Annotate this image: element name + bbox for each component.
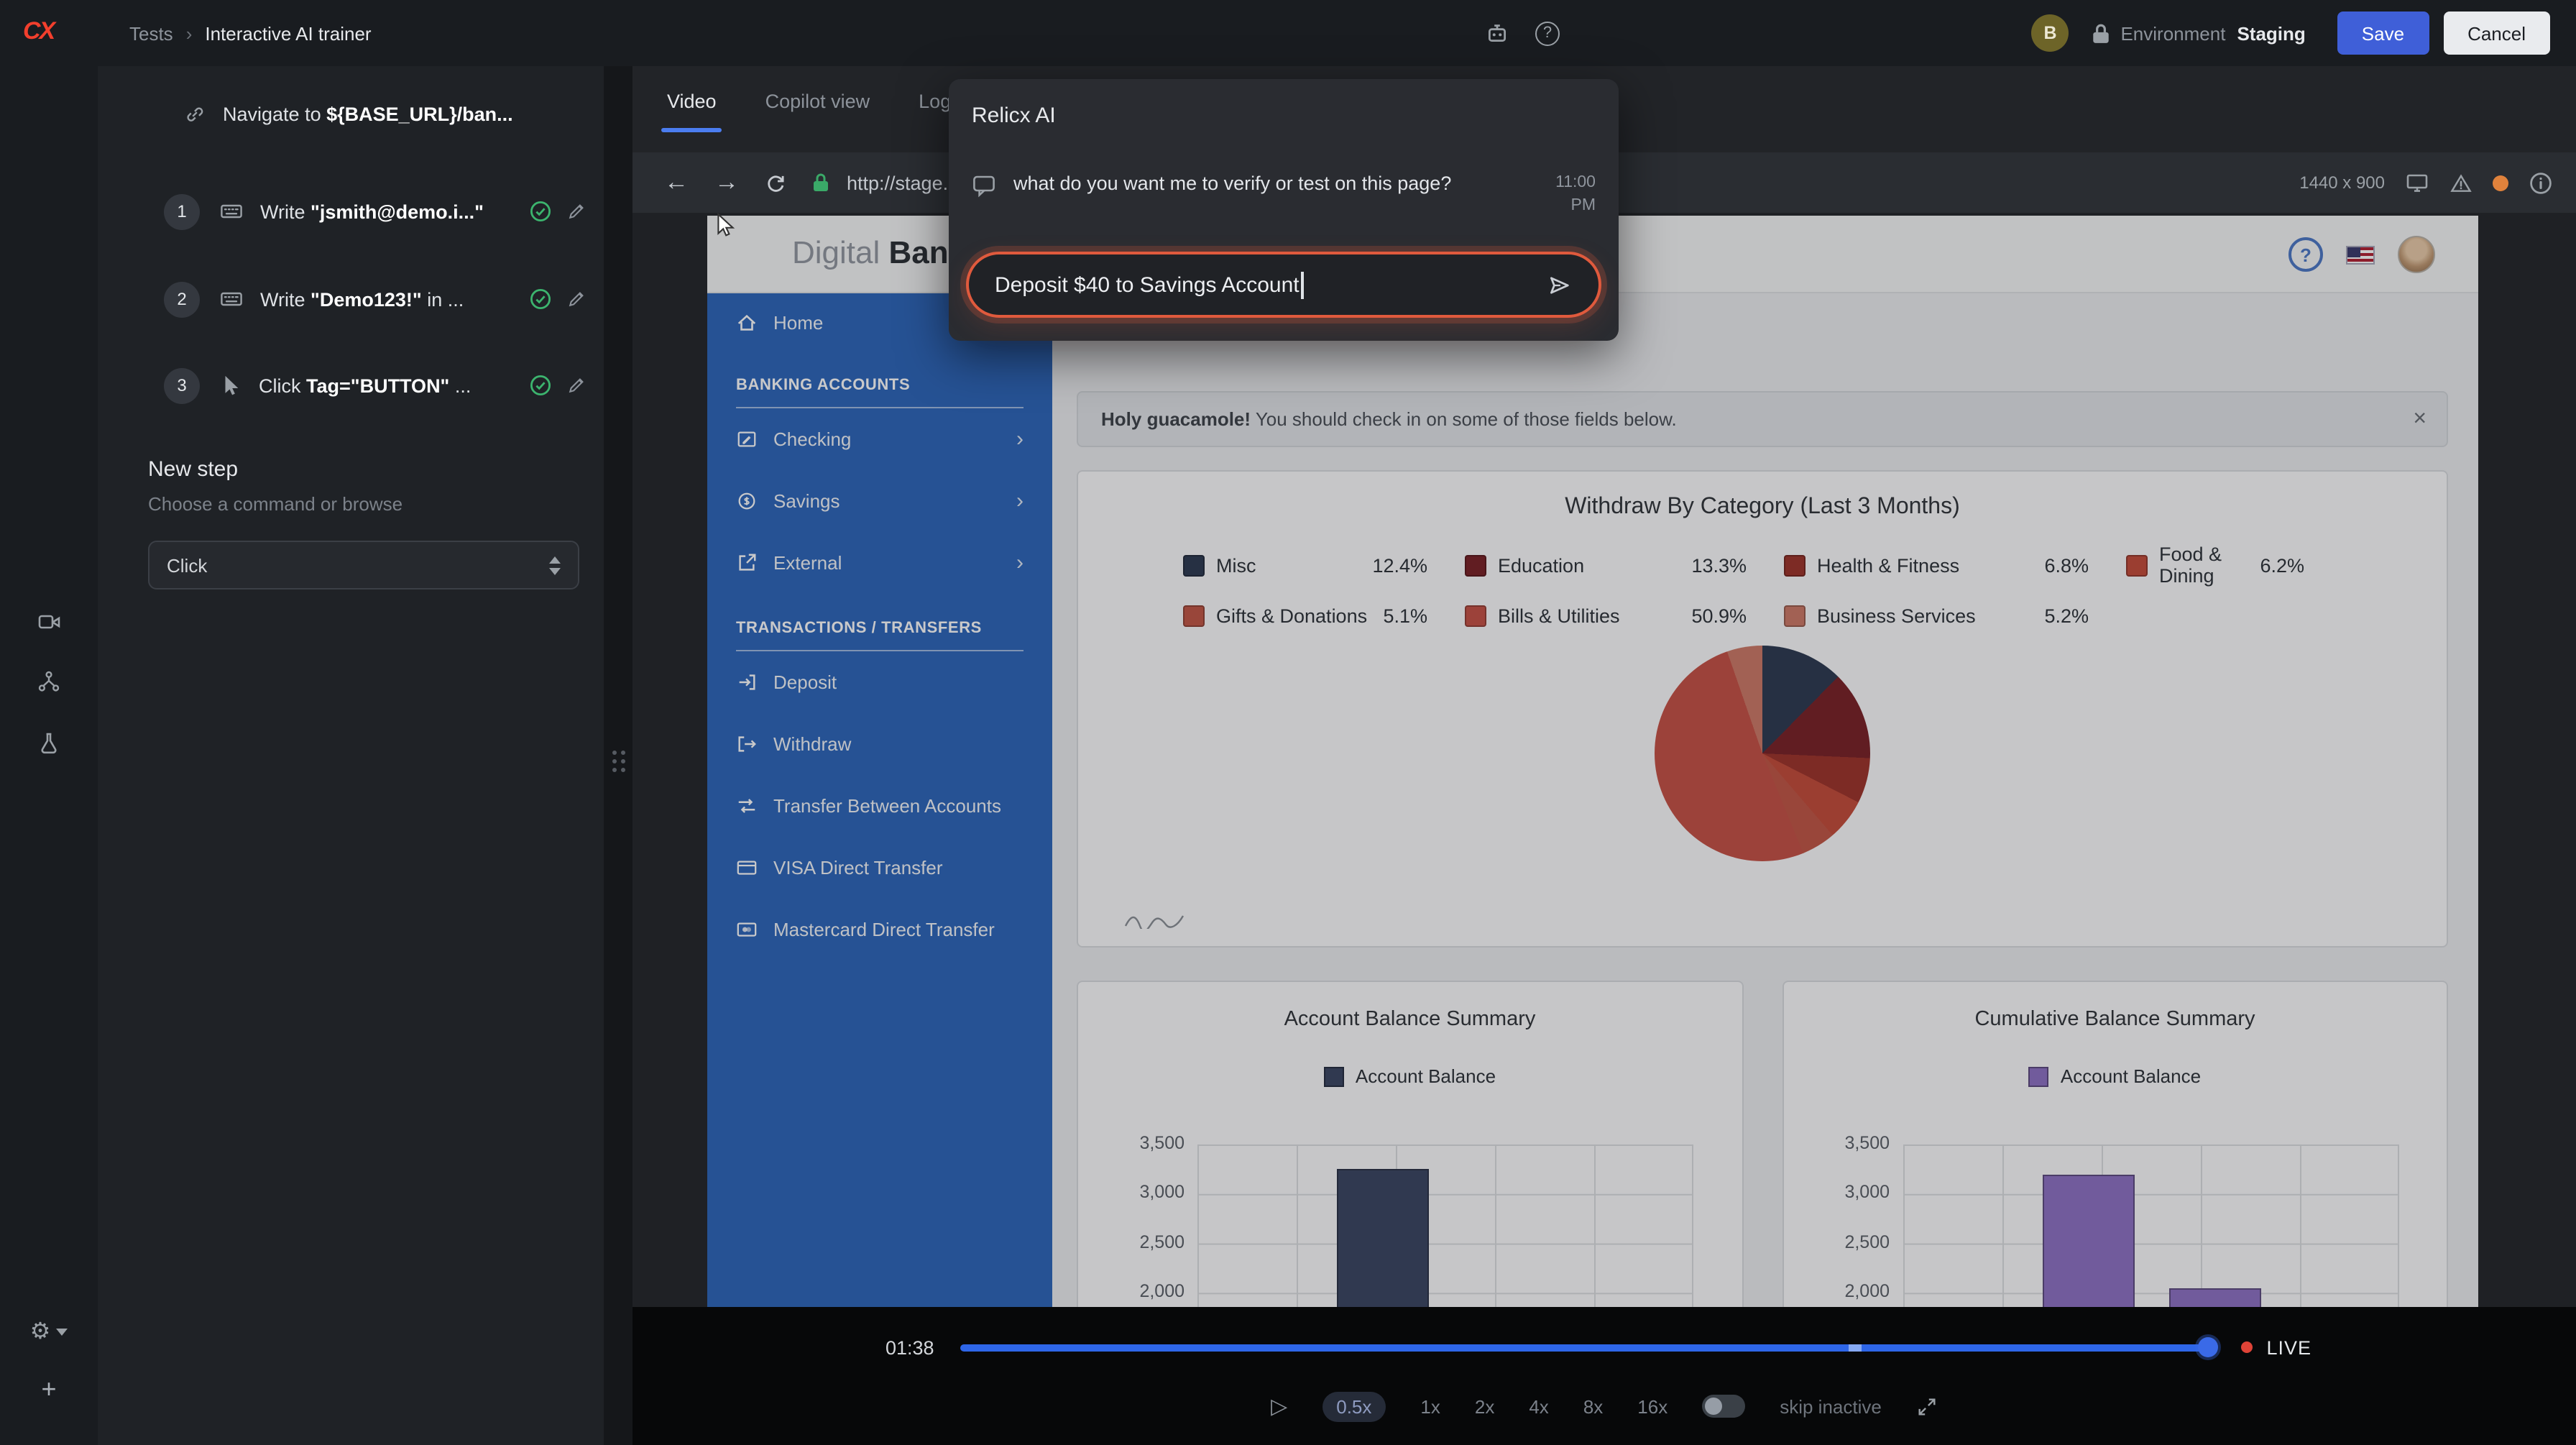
breadcrumb-page-title: Interactive AI trainer (205, 22, 371, 44)
tab-video[interactable]: Video (647, 66, 737, 135)
tab-copilot-view[interactable]: Copilot view (745, 66, 891, 135)
workflow-icon[interactable] (29, 661, 69, 702)
chat-bubble-icon (972, 174, 996, 198)
relicx-ai-dialog: Relicx AI what do you want me to verify … (949, 79, 1619, 341)
modal-dim-overlay (632, 213, 2576, 1307)
ai-prompt-value: Deposit $40 to Savings Account (995, 272, 1300, 297)
info-icon[interactable] (2529, 170, 2553, 195)
user-avatar[interactable]: B (2031, 14, 2069, 52)
progress-bar[interactable] (960, 1344, 2215, 1351)
app-window: CX ⚙ + Tests › Interactive AI trainer ? (0, 0, 2576, 1445)
step-text: Write "Demo123!" in ... (260, 288, 464, 310)
cancel-button[interactable]: Cancel (2443, 12, 2550, 55)
speed-1x[interactable]: 1x (1420, 1395, 1440, 1417)
cx-logo[interactable]: CX (23, 17, 54, 46)
step-text: Click Tag="BUTTON" ... (259, 375, 471, 396)
mouse-cursor-icon (716, 213, 736, 239)
navigate-step[interactable]: Navigate to ${BASE_URL}/ban... (184, 95, 513, 132)
video-viewport: Digital Bank ? Home BANKING ACCOUNTS (632, 213, 2576, 1307)
skip-inactive-label: skip inactive (1780, 1395, 1882, 1417)
speed-2x[interactable]: 2x (1475, 1395, 1494, 1417)
secure-lock-icon (812, 173, 829, 193)
assistant-robot-icon[interactable] (1485, 22, 1509, 45)
step-success-icon (529, 288, 552, 311)
live-dot-icon (2240, 1341, 2252, 1353)
help-icon[interactable]: ? (1535, 21, 1560, 45)
breadcrumb-separator: › (186, 22, 193, 44)
step-number: 2 (164, 281, 200, 317)
settings-button[interactable]: ⚙ (17, 1311, 80, 1352)
send-icon[interactable] (1545, 272, 1573, 297)
new-step-subtitle: Choose a command or browse (148, 493, 402, 515)
edit-step-icon[interactable] (566, 201, 586, 221)
step-row-2[interactable]: 2 Write "Demo123!" in ... (164, 279, 653, 319)
breadcrumb-tests[interactable]: Tests (129, 22, 173, 44)
forward-button[interactable]: → (714, 168, 739, 197)
live-label[interactable]: LIVE (2266, 1336, 2312, 1358)
environment-label: Environment (2120, 22, 2225, 44)
keyboard-icon (220, 288, 243, 311)
link-icon (184, 103, 206, 124)
navigate-step-text: Navigate to ${BASE_URL}/ban... (223, 103, 513, 124)
gear-icon: ⚙ (30, 1317, 51, 1346)
command-select-value: Click (167, 554, 207, 576)
environment-value[interactable]: Staging (2237, 22, 2305, 44)
step-row-3[interactable]: 3 Click Tag="BUTTON" ... (164, 365, 653, 405)
status-dot-icon[interactable] (2493, 175, 2508, 191)
playback-time: 01:38 (886, 1336, 934, 1358)
command-select[interactable]: Click (148, 541, 579, 590)
fullscreen-icon[interactable] (1916, 1395, 1938, 1417)
test-steps-panel: Navigate to ${BASE_URL}/ban... 1 Write "… (98, 66, 604, 1445)
reload-button[interactable] (765, 172, 786, 193)
text-caret (1301, 271, 1304, 298)
tests-icon[interactable] (29, 723, 69, 763)
back-button[interactable]: ← (664, 168, 689, 197)
cursor-click-icon (220, 374, 242, 397)
play-button[interactable]: ▷ (1271, 1393, 1287, 1419)
chevron-down-icon (56, 1328, 68, 1335)
step-success-icon (529, 374, 552, 397)
display-icon[interactable] (2405, 171, 2429, 194)
view-tabs: Video Copilot view Log (647, 66, 971, 135)
panel-resize-divider[interactable] (604, 66, 632, 1445)
warning-triangle-icon[interactable] (2450, 172, 2472, 193)
step-row-1[interactable]: 1 Write "jsmith@demo.i..." (164, 191, 653, 231)
new-step-title: New step (148, 457, 238, 482)
add-button[interactable]: + (29, 1369, 69, 1409)
progress-marker (1849, 1344, 1862, 1351)
speed-8x[interactable]: 8x (1583, 1395, 1603, 1417)
drag-handle-icon[interactable] (612, 751, 625, 772)
step-number: 1 (164, 193, 200, 229)
keyboard-icon (220, 200, 243, 223)
dialog-message-row: what do you want me to verify or test on… (972, 171, 1596, 217)
topbar-center-icons: ? (1485, 0, 1560, 66)
assistant-message: what do you want me to verify or test on… (1013, 171, 1451, 197)
speed-0-5x[interactable]: 0.5x (1322, 1391, 1386, 1421)
speed-16x[interactable]: 16x (1637, 1395, 1668, 1417)
save-button[interactable]: Save (2337, 12, 2429, 55)
ai-prompt-input[interactable]: Deposit $40 to Savings Account (966, 252, 1601, 318)
left-icon-rail: CX ⚙ + (0, 0, 98, 1445)
speed-4x[interactable]: 4x (1529, 1395, 1548, 1417)
environment-lock-icon (2092, 22, 2110, 44)
step-text: Write "jsmith@demo.i..." (260, 201, 484, 222)
viewport-resolution: 1440 x 900 (2299, 173, 2385, 193)
edit-step-icon[interactable] (566, 375, 586, 395)
skip-inactive-toggle[interactable] (1702, 1395, 1745, 1418)
step-number: 3 (164, 367, 200, 403)
video-player-controls: 01:38 LIVE ▷ 0.5x 1x 2x 4x 8x 16x skip i… (632, 1307, 2576, 1445)
step-success-icon (529, 200, 552, 223)
top-bar: Tests › Interactive AI trainer ? B Envir… (98, 0, 2576, 66)
recordings-icon[interactable] (29, 601, 69, 641)
breadcrumb: Tests › Interactive AI trainer (129, 0, 372, 66)
topbar-right: B Environment Staging Save Cancel (2031, 0, 2550, 66)
dialog-title: Relicx AI (972, 104, 1056, 128)
select-carets-icon (549, 556, 561, 574)
edit-step-icon[interactable] (566, 289, 586, 309)
message-timestamp: 11:00 PM (1532, 171, 1596, 217)
progress-handle[interactable] (2197, 1337, 2217, 1357)
